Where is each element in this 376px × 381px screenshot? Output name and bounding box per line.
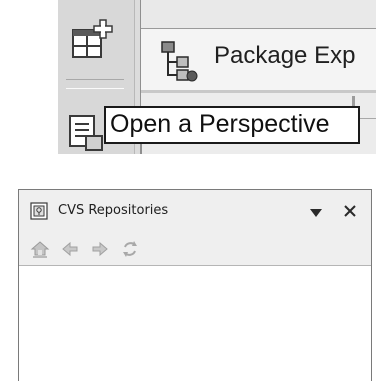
refresh-icon[interactable]	[120, 239, 140, 259]
close-icon[interactable]	[340, 201, 360, 221]
home-icon[interactable]	[30, 239, 50, 259]
screenshot-root: Package Exp Open a Perspective CVS Repos…	[0, 0, 376, 381]
forward-icon[interactable]	[90, 239, 110, 259]
perspective-bar-separator	[66, 79, 124, 89]
view-title: CVS Repositories	[58, 203, 169, 218]
tooltip-text: Open a Perspective	[110, 110, 330, 138]
open-perspective-icon[interactable]	[70, 14, 120, 62]
back-icon[interactable]	[60, 239, 80, 259]
cvs-repositories-content	[19, 266, 371, 381]
package-explorer-icon	[156, 38, 202, 84]
package-explorer-tab-label: Package Exp	[214, 42, 356, 69]
cvs-repositories-icon	[30, 202, 48, 220]
chevron-down-icon[interactable]	[308, 205, 324, 219]
